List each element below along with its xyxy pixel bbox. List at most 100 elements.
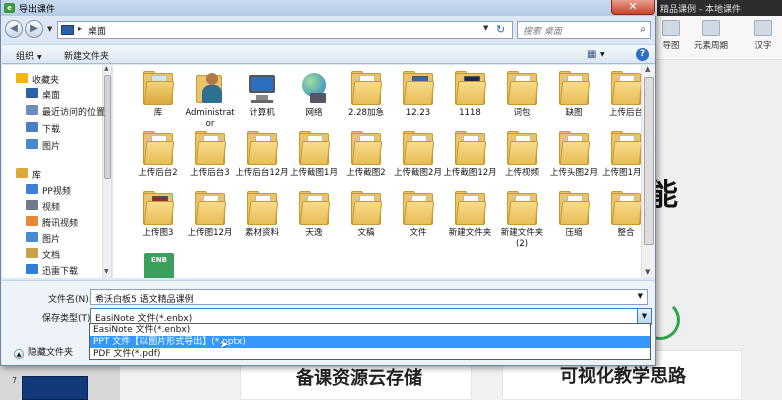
slide-thumbnail[interactable] (22, 376, 88, 400)
file-item-label: 素材资料 (244, 228, 279, 238)
file-item[interactable]: 词包 (495, 71, 549, 119)
folder-icon (143, 131, 175, 165)
nav-item[interactable]: 下载 (2, 120, 102, 135)
file-item[interactable]: 上传截图2 (339, 131, 393, 179)
file-item[interactable]: 12.23 (391, 71, 445, 119)
file-item-label: 上传后台3 (190, 168, 230, 178)
nav-scroll-down-icon[interactable]: ▼ (104, 268, 109, 275)
nav-scrollbar[interactable]: ▲ ▼ (102, 65, 111, 278)
file-item[interactable]: 网络 (287, 71, 341, 119)
file-item[interactable]: 素材资料 (235, 191, 289, 239)
nav-item[interactable]: 文档 (2, 246, 102, 261)
file-type-option-enbx[interactable]: EasiNote 文件(*.enbx) (90, 324, 650, 336)
folder-icon (299, 131, 331, 165)
file-item[interactable]: 上传图1月、 (599, 131, 641, 179)
dialog-titlebar[interactable]: e 导出课件 ✕ (1, 0, 657, 16)
view-dropdown-icon[interactable]: ▼ (600, 51, 605, 58)
file-item[interactable]: 计算机 (235, 71, 289, 119)
file-scrollbar[interactable]: ▲ ▼ (641, 65, 655, 278)
file-item[interactable]: ENB (131, 251, 185, 278)
nav-item[interactable]: 图片 (2, 230, 102, 245)
file-item-label: 整合 (617, 228, 635, 238)
organize-menu[interactable]: 组织 ▼ (16, 49, 42, 62)
view-options-icon[interactable]: ▦ (587, 49, 596, 60)
nav-item[interactable]: 最近访问的位置 (2, 103, 105, 118)
search-placeholder: 搜索 桌面 (523, 27, 562, 37)
nav-item[interactable]: 收藏夹 (2, 71, 102, 86)
file-item[interactable]: 整合 (599, 191, 641, 239)
nav-item[interactable]: 迅雷下载 (2, 262, 102, 277)
file-item-label: Administrator (185, 108, 235, 129)
file-scroll-up-icon[interactable]: ▲ (645, 65, 650, 73)
mouse-cursor-icon: ➤ (219, 337, 230, 351)
file-item[interactable]: 缺图 (547, 71, 601, 119)
close-button[interactable]: ✕ (611, 0, 655, 15)
file-item[interactable]: 上传头图2月 (547, 131, 601, 179)
file-type-option-pptx[interactable]: PPT 文件【以图片形式导出】(*.pptx) (90, 336, 650, 348)
nav-item[interactable]: PP视频 (2, 182, 102, 197)
filename-value[interactable]: 希沃白板5 语文精品课例 (95, 295, 194, 305)
nav-item[interactable]: 腾讯视频 (2, 214, 102, 229)
file-item[interactable]: 压缩 (547, 191, 601, 239)
filename-dropdown-icon[interactable]: ▼ (638, 292, 643, 300)
new-folder-button[interactable]: 新建文件夹 (64, 49, 109, 62)
file-item[interactable]: 文件 (391, 191, 445, 239)
periodic-table-tool[interactable]: 元素周期 (691, 20, 731, 51)
file-item[interactable]: 上传后台 (599, 71, 641, 119)
hide-folders-toggle[interactable]: ▲ 隐藏文件夹 (14, 345, 73, 359)
picture-icon (26, 139, 38, 149)
file-item[interactable]: Administrator (183, 71, 237, 130)
nav-item[interactable]: 视频 (2, 198, 102, 213)
file-item[interactable]: 上传截图2月 (391, 131, 445, 179)
folder-icon (611, 191, 641, 225)
file-item-label: 上传截图2 (346, 168, 386, 178)
nav-item-label: 库 (32, 171, 42, 181)
file-item[interactable]: 天逸 (287, 191, 341, 239)
nav-scroll-up-icon[interactable]: ▲ (104, 65, 109, 72)
file-item[interactable]: 新建文件夹 (443, 191, 497, 239)
refresh-icon[interactable]: ↻ (496, 23, 505, 36)
file-item[interactable]: 上传图3 (131, 191, 185, 239)
library-icon (16, 168, 28, 178)
history-dropdown-icon[interactable]: ▼ (47, 25, 52, 33)
file-item[interactable]: 上传截图1月 (287, 131, 341, 179)
file-type-options: EasiNote 文件(*.enbx) PPT 文件【以图片形式导出】(*.pp… (89, 323, 651, 360)
nav-item-label: 图片 (42, 235, 61, 245)
search-icon[interactable]: ⌕ (640, 24, 646, 35)
back-button[interactable]: ◀ (5, 20, 23, 38)
file-item[interactable]: 库 (131, 71, 185, 119)
address-location[interactable]: 桌面 (88, 24, 106, 37)
file-scroll-thumb[interactable] (644, 77, 654, 245)
file-item[interactable]: 上传图12月 (183, 191, 237, 239)
file-item[interactable]: 上传后台2 (131, 131, 185, 179)
filename-input[interactable]: 希沃白板5 语文精品课例 ▼ (90, 289, 648, 305)
bg-card-left-text: 备课资源云存储 (296, 368, 422, 389)
file-item[interactable]: 上传视频 (495, 131, 549, 179)
address-bar[interactable]: ▸ 桌面 ▼ ↻ (57, 21, 513, 39)
slide-number: 7 (12, 376, 18, 385)
mindmap-tool[interactable]: 导图 (651, 20, 691, 51)
forward-button[interactable]: ▶ (25, 20, 43, 38)
file-scroll-down-icon[interactable]: ▼ (645, 268, 650, 276)
chinese-character-tool[interactable]: 汉字 (743, 20, 782, 51)
file-item[interactable]: 1118 (443, 71, 497, 119)
file-type-dropdown-icon[interactable]: ▼ (637, 309, 651, 324)
nav-item[interactable]: 桌面 (2, 86, 102, 101)
nav-item[interactable]: 库 (2, 166, 102, 181)
nav-item[interactable]: 图片 (2, 137, 102, 152)
file-item[interactable]: 文稿 (339, 191, 393, 239)
nav-item-label: 腾讯视频 (42, 219, 79, 229)
address-dropdown-icon[interactable]: ▼ (483, 24, 488, 32)
toolbar: 组织 ▼ 新建文件夹 ▦ ▼ ? (2, 44, 655, 64)
help-button[interactable]: ? (636, 48, 649, 61)
address-separator[interactable]: ▸ (78, 24, 82, 33)
search-input[interactable]: 搜索 桌面 ⌕ (517, 21, 651, 39)
file-item[interactable]: 上传后台12月 (235, 131, 289, 179)
file-item[interactable]: 上传后台3 (183, 131, 237, 179)
file-item[interactable]: 2.28加急 (339, 71, 393, 119)
file-item[interactable]: 上传截图12月 (443, 131, 497, 179)
nav-scroll-thumb[interactable] (104, 75, 111, 179)
file-item[interactable]: 新建文件夹 (2) (495, 191, 549, 250)
star-icon (16, 73, 28, 83)
file-type-option-pdf[interactable]: PDF 文件(*.pdf) (90, 348, 650, 360)
